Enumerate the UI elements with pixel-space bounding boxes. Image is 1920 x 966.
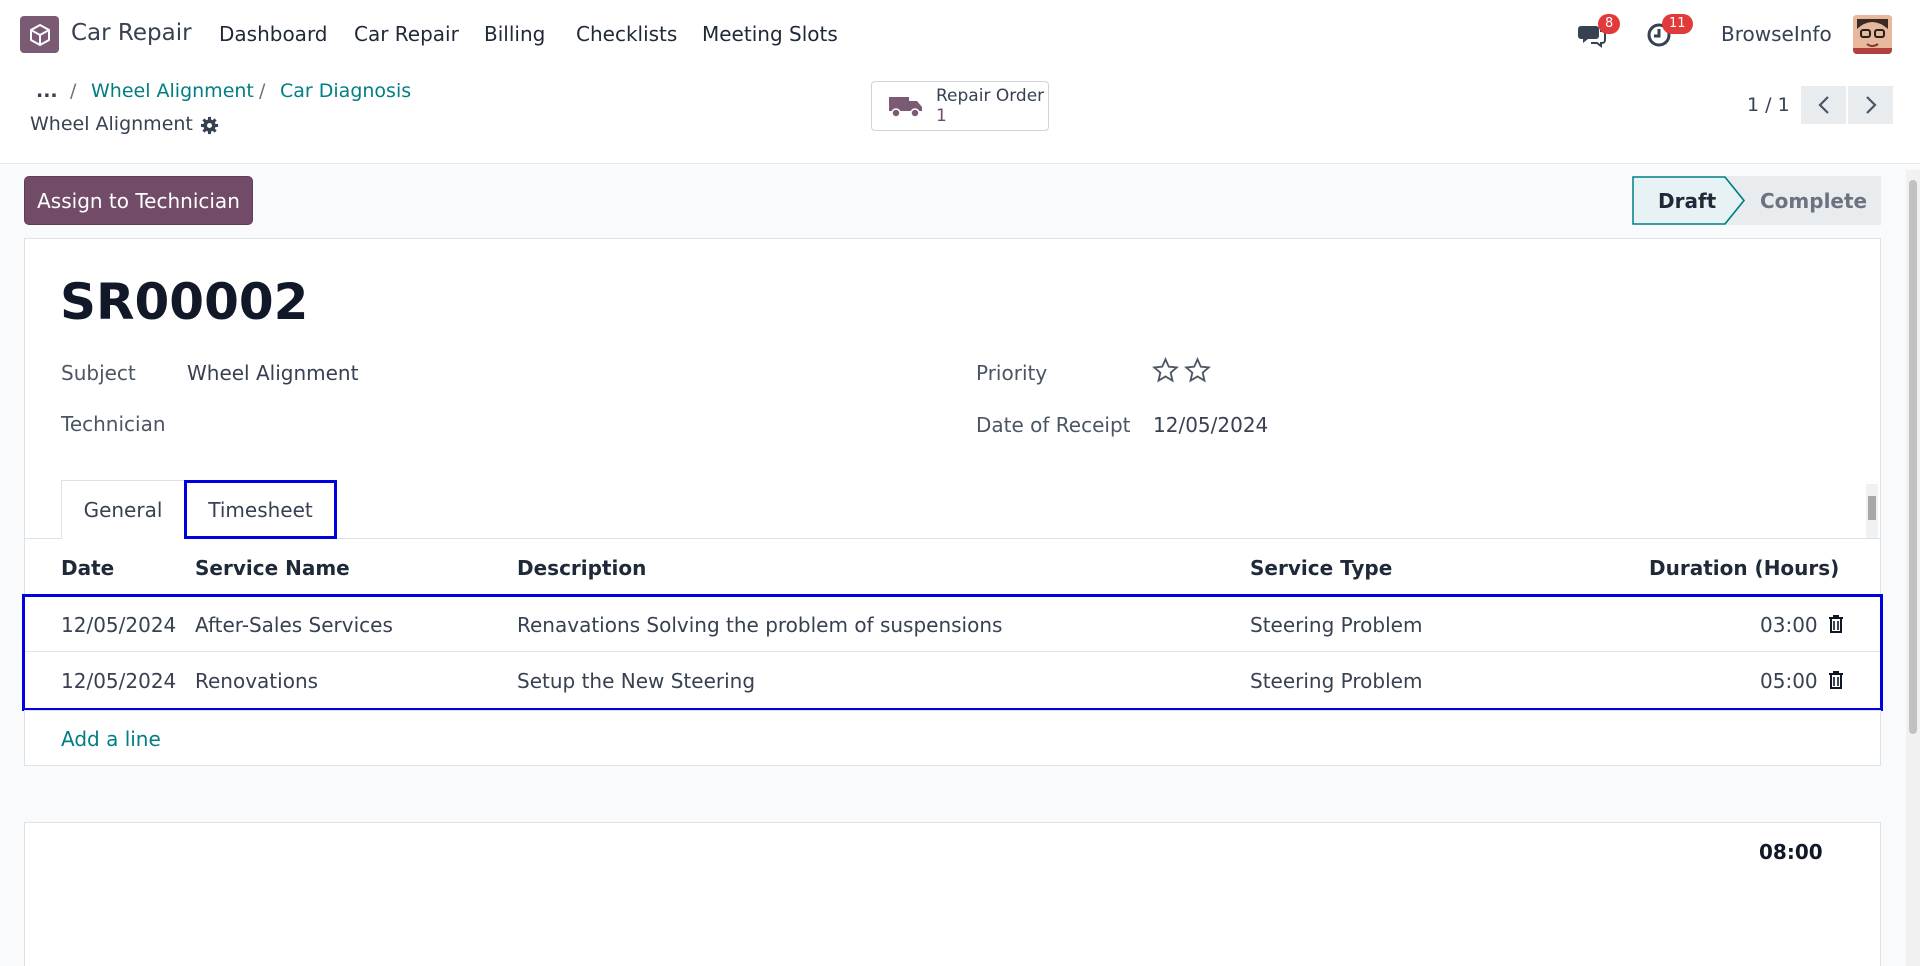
date-of-receipt-field[interactable]: 12/05/2024 [1153, 413, 1268, 437]
messages-button[interactable]: 8 [1578, 14, 1621, 52]
column-header-duration[interactable]: Duration (Hours) [1649, 556, 1839, 580]
column-header-service-name[interactable]: Service Name [195, 556, 350, 580]
tabs-scrollbar[interactable] [1866, 484, 1878, 538]
column-header-service-type[interactable]: Service Type [1250, 556, 1392, 580]
total-duration: 08:00 [1759, 840, 1823, 864]
chevron-left-icon [1817, 96, 1829, 114]
breadcrumb-current: Wheel Alignment [30, 113, 193, 135]
pager-next-button[interactable] [1848, 86, 1893, 124]
priority-label: Priority [976, 361, 1048, 385]
smart-button-label: Repair Order [936, 86, 1045, 106]
avatar[interactable] [1853, 15, 1892, 54]
company-name[interactable]: BrowseInfo [1721, 22, 1832, 46]
pager-value[interactable]: 1 / 1 [1747, 94, 1790, 116]
row-divider [24, 710, 1881, 711]
chevron-right-icon [1865, 96, 1877, 114]
top-navbar: Car Repair Dashboard Car Repair Billing … [0, 0, 1920, 70]
menu-item-dashboard[interactable]: Dashboard [219, 22, 328, 46]
subject-label: Subject [61, 361, 136, 385]
menu-item-car-repair[interactable]: Car Repair [354, 22, 459, 46]
add-a-line-link[interactable]: Add a line [61, 727, 161, 751]
column-header-description[interactable]: Description [517, 556, 646, 580]
smart-button-count: 1 [936, 106, 947, 126]
technician-field[interactable] [187, 412, 587, 438]
truck-icon [889, 97, 922, 118]
menu-item-billing[interactable]: Billing [484, 22, 545, 46]
menu-item-meeting-slots[interactable]: Meeting Slots [702, 22, 838, 46]
menu-item-checklists[interactable]: Checklists [576, 22, 677, 46]
breadcrumb-ellipsis[interactable]: ... [36, 80, 58, 102]
status-complete[interactable]: Complete [1760, 189, 1867, 213]
breadcrumb-separator: / [70, 80, 77, 102]
gear-icon[interactable] [200, 116, 219, 135]
app-name[interactable]: Car Repair [71, 20, 192, 46]
breadcrumb-wheel-alignment[interactable]: Wheel Alignment [91, 80, 254, 102]
activities-button[interactable]: 11 [1646, 14, 1693, 52]
priority-star-icon[interactable] [1184, 357, 1211, 384]
pager-previous-button[interactable] [1801, 86, 1846, 124]
tab-timesheet[interactable]: Timesheet [184, 480, 337, 539]
column-header-date[interactable]: Date [61, 556, 114, 580]
rows-highlight-box [22, 594, 1883, 711]
subject-field[interactable]: Wheel Alignment [187, 361, 358, 385]
footer-divider [24, 822, 1881, 823]
assign-to-technician-button[interactable]: Assign to Technician [24, 176, 253, 225]
empty-row [24, 766, 1881, 822]
breadcrumb-separator: / [259, 80, 266, 102]
breadcrumb-car-diagnosis[interactable]: Car Diagnosis [280, 80, 411, 102]
app-icon[interactable] [20, 16, 59, 53]
messages-badge: 8 [1598, 14, 1621, 34]
technician-label: Technician [61, 412, 166, 436]
activities-badge: 11 [1662, 14, 1693, 34]
priority-star-icon[interactable] [1152, 357, 1179, 384]
date-of-receipt-label: Date of Receipt [976, 413, 1131, 437]
repair-order-smart-button[interactable]: Repair Order 1 [871, 81, 1049, 131]
status-draft[interactable]: Draft [1658, 189, 1716, 213]
tab-general[interactable]: General [61, 480, 185, 539]
record-name: SR00002 [60, 273, 309, 331]
page-scrollbar[interactable] [1906, 170, 1920, 966]
